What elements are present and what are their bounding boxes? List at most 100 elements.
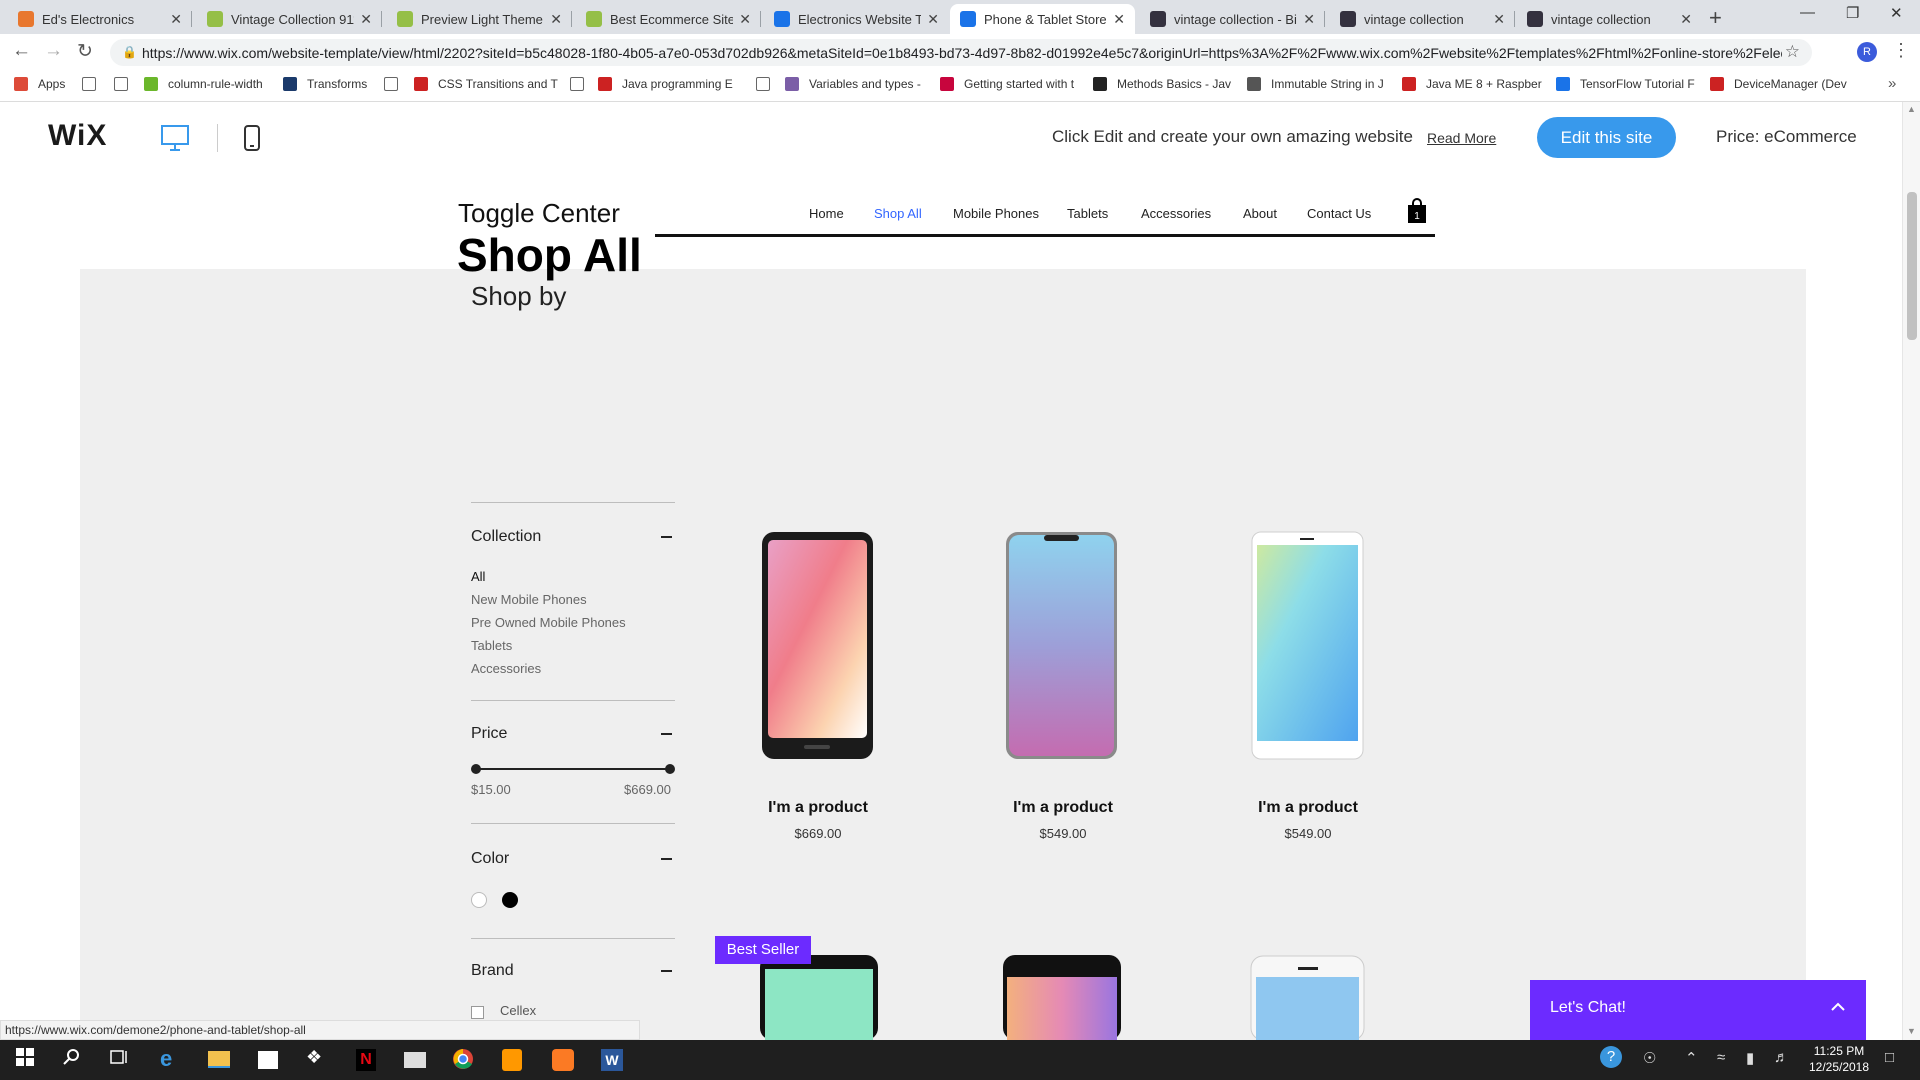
- product-image[interactable]: [760, 530, 875, 761]
- product-image[interactable]: [1004, 530, 1119, 761]
- browser-menu-icon[interactable]: ⋮: [1892, 40, 1910, 61]
- nav-shop-all[interactable]: Shop All: [874, 206, 922, 221]
- product-image[interactable]: [1250, 955, 1365, 1040]
- back-arrow-icon[interactable]: ←: [12, 40, 31, 62]
- color-swatch-white[interactable]: [471, 892, 487, 908]
- nav-accessories[interactable]: Accessories: [1141, 206, 1211, 221]
- scroll-up-icon[interactable]: ▲: [1907, 104, 1916, 114]
- forward-arrow-icon[interactable]: →: [44, 40, 63, 62]
- browser-tab[interactable]: vintage collection ✕: [1517, 4, 1702, 34]
- browser-tab[interactable]: Best Ecommerce Site Bu ✕: [576, 4, 761, 34]
- product-image[interactable]: [1003, 955, 1121, 1040]
- product-name[interactable]: I'm a product: [1238, 799, 1378, 817]
- browser-tab[interactable]: vintage collection ✕: [1330, 4, 1515, 34]
- new-tab-button[interactable]: +: [1709, 5, 1722, 31]
- bookmark-item[interactable]: Apps: [14, 77, 65, 91]
- bookmark-item[interactable]: [756, 77, 780, 91]
- battery-icon[interactable]: ▮: [1746, 1049, 1754, 1067]
- desktop-view-icon[interactable]: [160, 124, 190, 152]
- wix-logo[interactable]: WiX: [48, 119, 107, 153]
- restore-window-icon[interactable]: ❐: [1846, 4, 1859, 22]
- people-icon[interactable]: ☉: [1643, 1049, 1656, 1067]
- mail-icon[interactable]: [404, 1052, 426, 1068]
- bookmark-item[interactable]: Transforms: [283, 77, 367, 91]
- tab-close-icon[interactable]: ✕: [739, 11, 751, 28]
- tab-close-icon[interactable]: ✕: [550, 11, 562, 28]
- collection-option[interactable]: Accessories: [471, 661, 541, 676]
- color-swatch-black[interactable]: [502, 892, 518, 908]
- store-icon[interactable]: [258, 1051, 278, 1069]
- shopping-bag-icon[interactable]: 1: [1406, 198, 1428, 224]
- tab-close-icon[interactable]: ✕: [1680, 11, 1692, 28]
- collection-option[interactable]: Tablets: [471, 638, 512, 653]
- system-clock[interactable]: 11:25 PM 12/25/2018: [1804, 1043, 1874, 1075]
- collection-filter-toggle[interactable]: Collection: [471, 528, 541, 546]
- tab-close-icon[interactable]: ✕: [1113, 11, 1125, 28]
- address-bar[interactable]: 🔒 https://www.wix.com/website-template/v…: [110, 39, 1812, 66]
- dropbox-icon[interactable]: ❖: [306, 1047, 322, 1068]
- task-view-icon[interactable]: [110, 1048, 128, 1066]
- nav-tablets[interactable]: Tablets: [1067, 206, 1108, 221]
- color-filter-toggle[interactable]: Color: [471, 850, 509, 868]
- read-more-link[interactable]: Read More: [1427, 130, 1496, 146]
- bookmarks-overflow-icon[interactable]: »: [1888, 75, 1896, 92]
- collapse-icon[interactable]: [661, 536, 672, 538]
- collection-option[interactable]: Pre Owned Mobile Phones: [471, 615, 626, 630]
- browser-tab[interactable]: Vintage Collection 911 ✕: [197, 4, 382, 34]
- mobile-view-icon[interactable]: [243, 124, 261, 152]
- browser-tab[interactable]: Ed's Electronics ✕: [8, 4, 192, 34]
- bookmark-item[interactable]: [570, 77, 594, 91]
- collection-option[interactable]: All: [471, 569, 485, 584]
- minimize-window-icon[interactable]: —: [1800, 4, 1815, 21]
- browser-tab[interactable]: vintage collection - Big ✕: [1140, 4, 1325, 34]
- collection-option[interactable]: New Mobile Phones: [471, 592, 587, 607]
- edge-browser-icon[interactable]: e: [160, 1046, 172, 1072]
- chrome-icon[interactable]: [452, 1048, 474, 1070]
- tab-close-icon[interactable]: ✕: [1303, 11, 1315, 28]
- product-image[interactable]: [760, 955, 878, 1040]
- chevron-up-icon[interactable]: [1830, 996, 1846, 1020]
- bookmark-item[interactable]: DeviceManager (Dev: [1710, 77, 1847, 91]
- volume-icon[interactable]: ♬: [1774, 1049, 1789, 1066]
- windows-start-icon[interactable]: [16, 1048, 34, 1066]
- product-image[interactable]: [1250, 530, 1365, 761]
- bookmark-item[interactable]: Getting started with t: [940, 77, 1074, 91]
- notifications-icon[interactable]: □: [1885, 1049, 1894, 1066]
- bookmark-item[interactable]: column-rule-width: [144, 77, 263, 91]
- product-name[interactable]: I'm a product: [993, 799, 1133, 817]
- tray-expand-icon[interactable]: ⌃: [1685, 1049, 1698, 1067]
- browser-tab-active[interactable]: Phone & Tablet Store V ✕: [950, 4, 1135, 34]
- bookmark-item[interactable]: Java programming E: [598, 77, 733, 91]
- bookmark-item[interactable]: Variables and types -: [785, 77, 921, 91]
- price-max-handle[interactable]: [665, 764, 675, 774]
- bookmark-item[interactable]: Methods Basics - Jav: [1093, 77, 1231, 91]
- address-url[interactable]: https://www.wix.com/website-template/vie…: [142, 45, 1782, 61]
- tab-close-icon[interactable]: ✕: [1493, 11, 1505, 28]
- bookmark-item[interactable]: [82, 77, 106, 91]
- brand-checkbox[interactable]: [471, 1006, 484, 1019]
- word-icon[interactable]: W: [601, 1049, 623, 1071]
- price-min-handle[interactable]: [471, 764, 481, 774]
- collapse-icon[interactable]: [661, 858, 672, 860]
- bookmark-item[interactable]: [384, 77, 408, 91]
- nav-home[interactable]: Home: [809, 206, 844, 221]
- bookmark-item[interactable]: Immutable String in J: [1247, 77, 1384, 91]
- collapse-icon[interactable]: [661, 733, 672, 735]
- nav-about[interactable]: About: [1243, 206, 1277, 221]
- netflix-icon[interactable]: N: [356, 1049, 376, 1071]
- browser-tab[interactable]: Electronics Website Ten ✕: [764, 4, 949, 34]
- bookmark-item[interactable]: TensorFlow Tutorial F: [1556, 77, 1695, 91]
- bookmark-item[interactable]: Java ME 8 + Raspber: [1402, 77, 1542, 91]
- scrollbar-thumb[interactable]: [1907, 192, 1917, 340]
- search-icon[interactable]: [63, 1048, 81, 1066]
- page-scrollbar[interactable]: ▲ ▼: [1902, 102, 1920, 1040]
- reload-icon[interactable]: ↻: [77, 40, 93, 63]
- tab-close-icon[interactable]: ✕: [360, 11, 372, 28]
- brand-filter-toggle[interactable]: Brand: [471, 962, 514, 980]
- collapse-icon[interactable]: [661, 970, 672, 972]
- close-window-icon[interactable]: ✕: [1890, 4, 1903, 22]
- wifi-icon[interactable]: ≈: [1717, 1049, 1725, 1066]
- nav-mobile-phones[interactable]: Mobile Phones: [953, 206, 1039, 221]
- scroll-down-icon[interactable]: ▼: [1907, 1026, 1916, 1036]
- site-brand[interactable]: Toggle Center: [458, 198, 620, 229]
